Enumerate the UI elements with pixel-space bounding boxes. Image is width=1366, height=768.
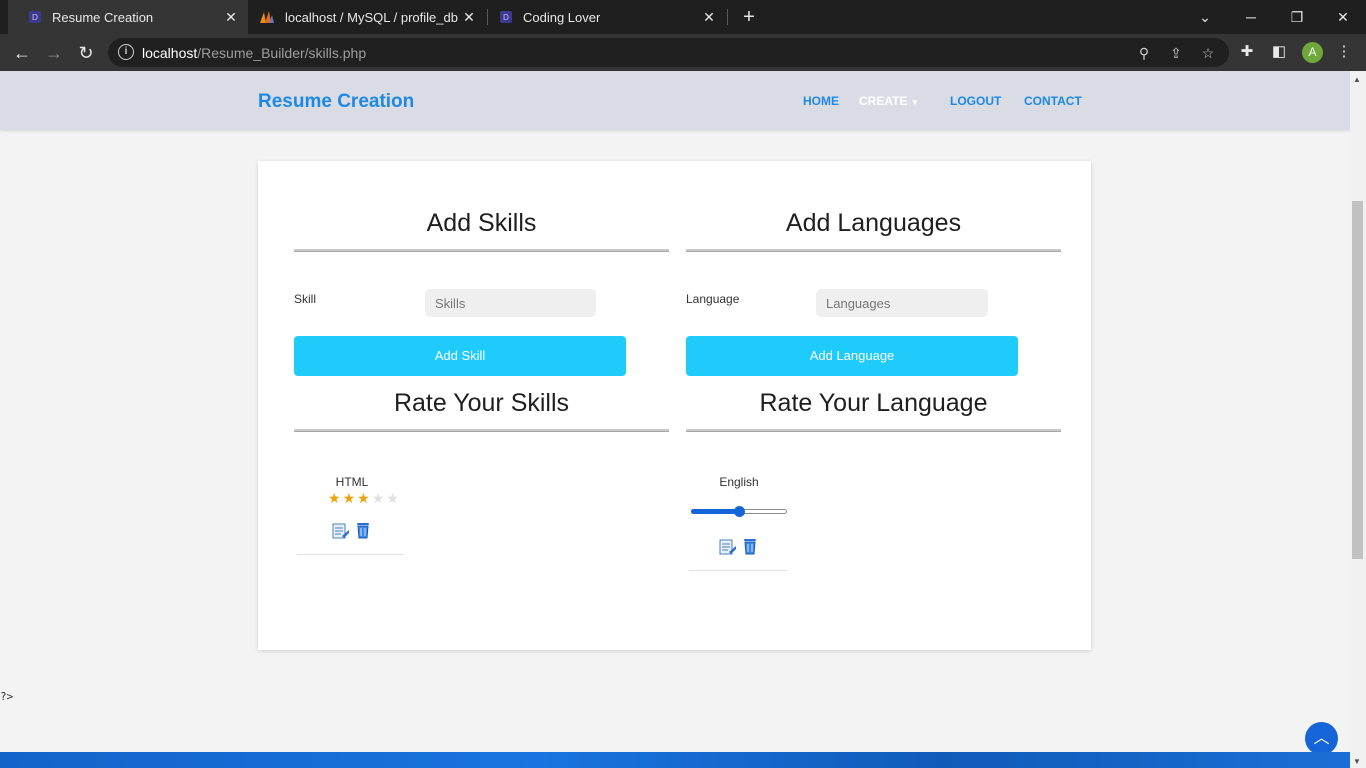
language-input[interactable] <box>816 289 988 317</box>
skill-label: Skill <box>294 292 317 306</box>
heading-rule <box>686 429 1061 432</box>
trash-icon[interactable] <box>354 521 372 539</box>
close-tab-icon[interactable]: ✕ <box>222 8 240 26</box>
add-languages-heading: Add Languages <box>785 209 962 237</box>
item-divider <box>689 570 787 571</box>
star-empty-icon[interactable]: ★ <box>386 490 401 506</box>
site-favicon-icon: D <box>29 11 41 23</box>
nav-home[interactable]: HOME <box>803 94 839 108</box>
brand-logo[interactable]: Resume Creation <box>258 91 414 113</box>
heading-rule <box>686 249 1061 252</box>
nav-create[interactable]: CREATE ▼ <box>859 94 919 108</box>
tab-separator <box>727 9 728 25</box>
language-item-name: English <box>719 475 759 489</box>
back-arrow-icon[interactable]: ← <box>9 40 35 66</box>
language-label: Language <box>686 292 740 306</box>
skills-card: Add Skills Skill Add Skill Rate Your Ski… <box>258 161 1091 650</box>
nav-create-label: CREATE <box>859 94 908 108</box>
profile-avatar[interactable]: A <box>1302 42 1323 63</box>
heading-rule <box>294 249 669 252</box>
minimize-icon[interactable]: ─ <box>1228 0 1274 34</box>
tab-title: Resume Creation <box>52 9 154 25</box>
browser-toolbar: ← → ↻ i localhost/Resume_Builder/skills.… <box>0 34 1366 71</box>
star-empty-icon[interactable]: ★ <box>372 490 387 506</box>
close-tab-icon[interactable]: ✕ <box>700 8 718 26</box>
caret-down-icon: ▼ <box>910 98 919 107</box>
bookmark-star-icon[interactable]: ☆ <box>1199 44 1217 62</box>
side-panel-icon[interactable]: ◧ <box>1269 42 1289 62</box>
star-filled-icon[interactable]: ★ <box>328 490 343 506</box>
svg-text:D: D <box>32 13 38 22</box>
add-skills-heading: Add Skills <box>426 209 537 237</box>
url-path: /Resume_Builder/skills.php <box>197 45 367 61</box>
chevron-up-icon: ︿ <box>1313 730 1330 747</box>
zoom-icon[interactable]: ⚲ <box>1135 44 1153 62</box>
heading-rule <box>294 429 669 432</box>
stray-php-tag: ?> <box>0 690 14 703</box>
forward-arrow-icon[interactable]: → <box>41 40 67 66</box>
language-level-slider[interactable] <box>691 503 787 519</box>
edit-icon[interactable] <box>332 522 350 540</box>
skill-item-name: HTML <box>335 475 369 489</box>
tab-search-chevron-icon[interactable]: ⌄ <box>1182 0 1228 34</box>
reload-icon[interactable]: ↻ <box>73 40 99 66</box>
address-bar[interactable]: i localhost/Resume_Builder/skills.php ⚲ … <box>108 38 1229 67</box>
rate-skills-heading: Rate Your Skills <box>393 389 570 417</box>
footer-banner <box>0 752 1350 768</box>
edit-icon[interactable] <box>719 538 737 556</box>
slider-fill <box>691 509 739 514</box>
browser-tab-phpmyadmin[interactable]: localhost / MySQL / profile_db / c ✕ <box>248 0 486 34</box>
kebab-menu-icon[interactable]: ⋮ <box>1334 42 1354 62</box>
slider-knob[interactable] <box>734 506 745 517</box>
browser-tab-resume-creation[interactable]: D Resume Creation ✕ <box>8 0 248 34</box>
add-skill-button[interactable]: Add Skill <box>294 336 626 376</box>
site-header: Resume Creation HOME CREATE ▼ LOGOUT CON… <box>0 71 1350 130</box>
rate-language-heading: Rate Your Language <box>759 389 988 417</box>
url-host: localhost <box>142 45 198 61</box>
window-close-icon[interactable]: ✕ <box>1320 0 1366 34</box>
item-divider <box>297 554 404 555</box>
svg-text:D: D <box>503 13 509 22</box>
phpmyadmin-favicon-icon <box>260 11 274 23</box>
site-favicon-icon: D <box>500 11 512 23</box>
new-tab-icon[interactable]: + <box>737 5 761 29</box>
scrollbar-thumb[interactable] <box>1352 201 1363 559</box>
share-icon[interactable]: ⇪ <box>1167 44 1185 62</box>
site-info-icon[interactable]: i <box>118 44 134 60</box>
skill-star-rating[interactable]: ★★★★★ <box>328 490 401 507</box>
tab-title: Coding Lover <box>523 9 601 25</box>
scroll-down-arrow-icon[interactable]: ▼ <box>1353 757 1361 766</box>
skill-input[interactable] <box>425 289 596 317</box>
extensions-puzzle-icon[interactable]: ✚ <box>1237 42 1257 62</box>
add-language-button[interactable]: Add Language <box>686 336 1018 376</box>
scroll-up-arrow-icon[interactable]: ▲ <box>1353 75 1361 84</box>
browser-tab-coding-lover[interactable]: D Coding Lover ✕ <box>488 0 726 34</box>
back-to-top-button[interactable]: ︿ <box>1305 722 1338 755</box>
nav-contact[interactable]: CONTACT <box>1024 94 1082 108</box>
star-filled-icon[interactable]: ★ <box>357 490 372 506</box>
star-filled-icon[interactable]: ★ <box>343 490 358 506</box>
close-tab-icon[interactable]: ✕ <box>460 8 478 26</box>
nav-logout[interactable]: LOGOUT <box>950 94 1001 108</box>
page-viewport: Resume Creation HOME CREATE ▼ LOGOUT CON… <box>0 71 1350 768</box>
page-scrollbar[interactable]: ▲ ▼ <box>1350 71 1366 768</box>
restore-icon[interactable]: ❐ <box>1274 0 1320 34</box>
browser-tab-strip: D Resume Creation ✕ localhost / MySQL / … <box>0 0 1366 34</box>
trash-icon[interactable] <box>741 537 759 555</box>
tab-title: localhost / MySQL / profile_db / c <box>285 9 459 25</box>
address-url: localhost/Resume_Builder/skills.php <box>142 45 366 61</box>
